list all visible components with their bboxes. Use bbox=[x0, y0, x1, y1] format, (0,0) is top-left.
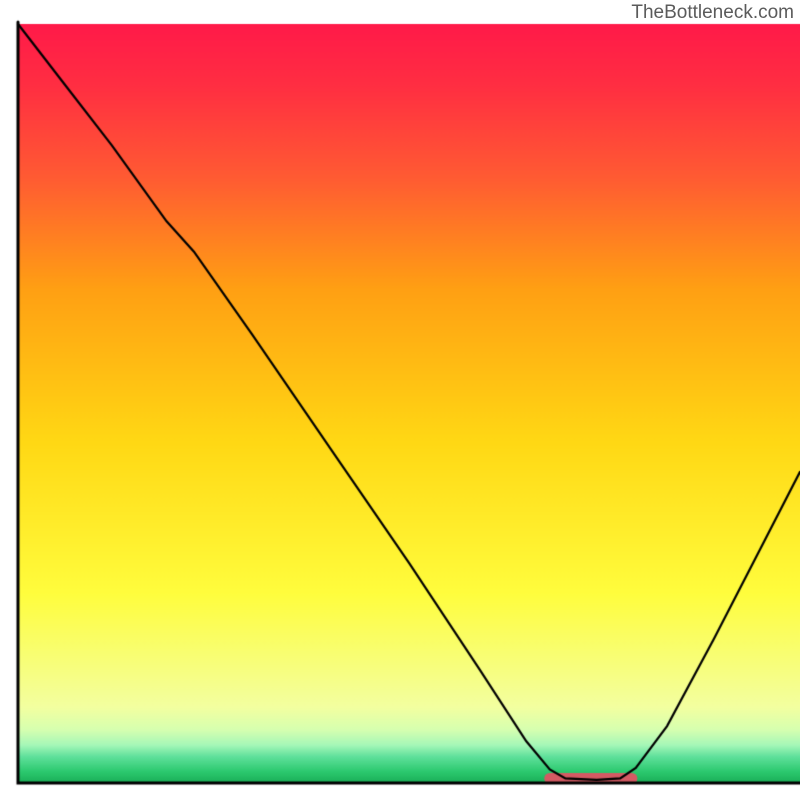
attribution-text: TheBottleneck.com bbox=[631, 2, 794, 24]
bottleneck-chart bbox=[0, 0, 800, 800]
